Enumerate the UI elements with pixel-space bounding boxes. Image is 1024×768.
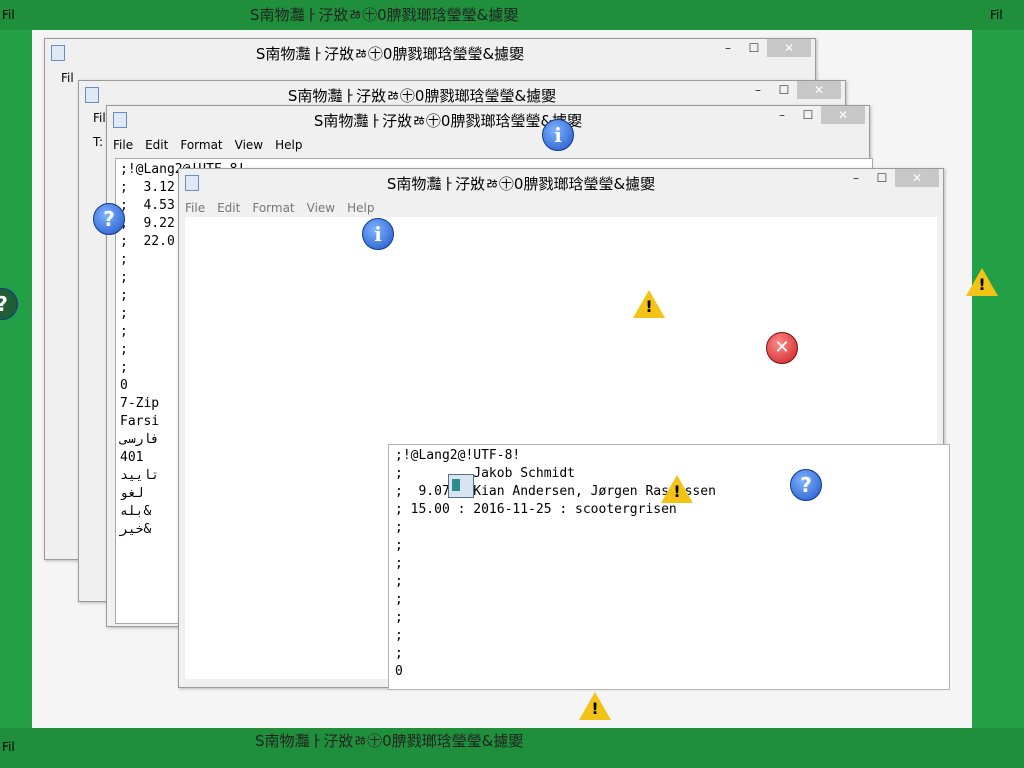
- maximize-button[interactable]: ☐: [741, 39, 767, 57]
- minimize-button[interactable]: –: [769, 106, 795, 124]
- warning-mark: !: [645, 297, 653, 316]
- editor-line: ;: [395, 610, 403, 625]
- minimize-button[interactable]: –: [715, 39, 741, 57]
- maximize-button[interactable]: ☐: [869, 169, 895, 187]
- close-button[interactable]: ✕: [797, 81, 841, 99]
- warning-mark: !: [591, 699, 599, 718]
- titlebar[interactable]: S南物灩ￂ汓敚ﾰ㊉0腗戮瑯琀瑩瑩&攄夓 – ☐ ✕: [179, 169, 943, 195]
- menu-edit[interactable]: Edit: [211, 199, 246, 215]
- window-title: S南物灩ￂ汓敚ﾰ㊉0腗戮瑯琀瑩瑩&攄夓: [287, 87, 557, 105]
- warning-icon: !: [633, 290, 665, 318]
- editor-line: ;: [395, 556, 403, 571]
- close-button[interactable]: ✕: [895, 169, 939, 187]
- side-label: T:: [93, 135, 104, 149]
- question-icon: ?: [93, 203, 125, 235]
- close-button[interactable]: ✕: [821, 106, 865, 124]
- question-icon: ?: [790, 469, 822, 501]
- menu-format[interactable]: Format: [174, 136, 228, 152]
- question-icon: ?: [0, 288, 18, 320]
- info-icon: i: [542, 119, 574, 151]
- editor-line: ;: [395, 520, 403, 535]
- trail-title-bottom: S南物灩ￂ汓敚ﾰ㊉0腗戮瑯琀瑩瑩&攄夓: [255, 732, 524, 750]
- notepad-icon: [185, 175, 199, 191]
- menu-view[interactable]: View: [229, 136, 269, 152]
- trail-file-label-bottom: Fil: [2, 740, 15, 754]
- editor-line: ;: [395, 646, 403, 661]
- notepad-icon: [85, 87, 99, 103]
- trail-file-label: Fil: [2, 8, 15, 22]
- menu-help[interactable]: Help: [341, 199, 380, 215]
- close-button[interactable]: ✕: [767, 39, 811, 57]
- trail-file-label-right: Fil: [990, 8, 1003, 22]
- menu-bar: File Edit Format View Help: [107, 136, 869, 156]
- editor-line: ;: [395, 574, 403, 589]
- warning-icon: !: [966, 268, 998, 296]
- minimize-button[interactable]: –: [745, 81, 771, 99]
- error-icon: ✕: [766, 332, 798, 364]
- menu-file[interactable]: File: [107, 136, 139, 152]
- menu-file[interactable]: File: [179, 199, 211, 215]
- editor-line: ;!@Lang2@!UTF-8!: [395, 448, 521, 463]
- titlebar[interactable]: S南物灩ￂ汓敚ﾰ㊉0腗戮瑯琀瑩瑩&攄夓 – ☐ ✕: [45, 39, 815, 65]
- warning-mark: !: [673, 482, 681, 501]
- editor-line: 0: [395, 664, 403, 679]
- window-title: S南物灩ￂ汓敚ﾰ㊉0腗戮瑯琀瑩瑩&攄夓: [313, 112, 583, 130]
- titlebar[interactable]: S南物灩ￂ汓敚ﾰ㊉0腗戮瑯琀瑩瑩&攄夓 – ☐ ✕: [107, 106, 869, 132]
- titlebar[interactable]: S南物灩ￂ汓敚ﾰ㊉0腗戮瑯琀瑩瑩&攄夓 – ☐ ✕: [79, 81, 845, 107]
- menu-file-fragment[interactable]: Fil: [61, 71, 74, 85]
- maximize-button[interactable]: ☐: [795, 106, 821, 124]
- menu-edit[interactable]: Edit: [139, 136, 174, 152]
- info-icon: i: [362, 218, 394, 250]
- warning-icon: !: [579, 692, 611, 720]
- window-title: S南物灩ￂ汓敚ﾰ㊉0腗戮瑯琀瑩瑩&攄夓: [386, 175, 656, 193]
- document-icon: [448, 474, 474, 498]
- editor-line: ;: [395, 628, 403, 643]
- menu-file-fragment[interactable]: Fil: [93, 111, 106, 125]
- window-title: S南物灩ￂ汓敚ﾰ㊉0腗戮瑯琀瑩瑩&攄夓: [255, 45, 525, 63]
- maximize-button[interactable]: ☐: [771, 81, 797, 99]
- menu-format[interactable]: Format: [246, 199, 300, 215]
- minimize-button[interactable]: –: [843, 169, 869, 187]
- notepad-icon: [113, 112, 127, 128]
- menu-view[interactable]: View: [301, 199, 341, 215]
- menu-bar: File Edit Format View Help: [179, 199, 943, 219]
- menu-help[interactable]: Help: [269, 136, 308, 152]
- notepad-icon: [51, 45, 65, 61]
- warning-icon: !: [661, 475, 693, 503]
- trail-title-top: S南物灩ￂ汓敚ﾰ㊉0腗戮瑯琀瑩瑩&攄夓: [250, 6, 519, 24]
- editor-line: ;: [395, 592, 403, 607]
- editor-line: ;: [395, 538, 403, 553]
- warning-mark: !: [978, 275, 986, 294]
- editor-line: ; 15.00 : 2016-11-25 : scootergrisen: [395, 502, 677, 517]
